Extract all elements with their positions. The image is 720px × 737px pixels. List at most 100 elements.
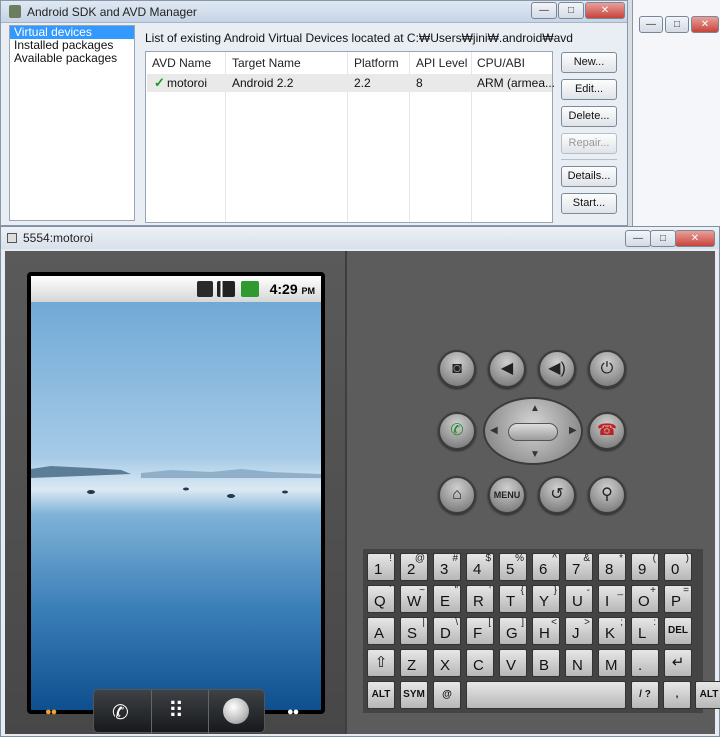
avd-table: AVD Name Target Name Platform API Level …	[145, 51, 555, 223]
key-3[interactable]: 3 #	[433, 553, 461, 581]
app-drawer-icon[interactable]: ⠿	[168, 698, 184, 724]
key-p[interactable]: P =	[664, 585, 692, 613]
col-header-avd-name[interactable]: AVD Name	[152, 56, 211, 70]
back-icon[interactable]: ↺	[538, 476, 576, 514]
edit-button[interactable]: Edit...	[561, 79, 617, 100]
bg-maximize-button[interactable]: □	[665, 16, 689, 33]
key-a[interactable]: A	[367, 617, 395, 645]
key-d[interactable]: D \	[433, 617, 461, 645]
emu-maximize-button[interactable]: □	[650, 230, 676, 247]
key-q[interactable]: Q `	[367, 585, 395, 613]
key-c[interactable]: C	[466, 649, 494, 677]
call-icon[interactable]: ✆	[438, 412, 476, 450]
key-comma[interactable]: ,	[663, 681, 691, 709]
dpad-center-button[interactable]	[508, 423, 558, 441]
key-w[interactable]: W ~	[400, 585, 428, 613]
key-main-label: 0	[671, 561, 680, 578]
key-v[interactable]: V	[499, 649, 527, 677]
key-2[interactable]: 2 @	[400, 553, 428, 581]
key-7[interactable]: 7 &	[565, 553, 593, 581]
key-m[interactable]: M	[598, 649, 626, 677]
maximize-button[interactable]: □	[558, 2, 584, 19]
col-header-target-name[interactable]: Target Name	[232, 56, 301, 70]
nav-item-available-packages[interactable]: Available packages	[10, 52, 134, 65]
volume-up-icon[interactable]: ◀)	[538, 350, 576, 388]
key-f[interactable]: F[	[466, 617, 494, 645]
key-x[interactable]: X	[433, 649, 461, 677]
key-b[interactable]: B	[532, 649, 560, 677]
key-at[interactable]: @	[433, 681, 461, 709]
key-i[interactable]: I _	[598, 585, 626, 613]
emu-minimize-button[interactable]: —	[625, 230, 651, 247]
dpad[interactable]: ▲ ▼ ◀ ▶	[483, 397, 583, 465]
new-button[interactable]: New...	[561, 52, 617, 73]
device-screen[interactable]: 4:29 PM ●● ●● ✆ ⠿	[27, 272, 325, 734]
key-8[interactable]: 8 *	[598, 553, 626, 581]
close-button[interactable]: ✕	[585, 2, 625, 19]
key-4[interactable]: 4 $	[466, 553, 494, 581]
key-main-label: B	[539, 657, 550, 674]
key-del[interactable]: DEL	[664, 617, 692, 645]
dpad-down-icon[interactable]: ▼	[530, 449, 540, 460]
key-1[interactable]: 1!	[367, 553, 395, 581]
power-icon[interactable]: ⏻	[588, 350, 626, 388]
status-time: 4:29 PM	[270, 281, 315, 297]
key-l[interactable]: L:	[631, 617, 659, 645]
menu-button[interactable]: MENU	[488, 476, 526, 514]
key-g[interactable]: G]	[499, 617, 527, 645]
key-r[interactable]: R '	[466, 585, 494, 613]
key-space[interactable]	[466, 681, 626, 709]
key-0[interactable]: 0)	[664, 553, 692, 581]
delete-button[interactable]: Delete...	[561, 106, 617, 127]
key-n[interactable]: N	[565, 649, 593, 677]
start-button[interactable]: Start...	[561, 193, 617, 214]
key-alt-right[interactable]: ALT	[695, 681, 720, 709]
dock-browser-icon[interactable]	[223, 698, 249, 724]
end-call-icon[interactable]: ☎	[588, 412, 626, 450]
key-o[interactable]: O +	[631, 585, 659, 613]
dock-phone-icon[interactable]: ✆	[112, 700, 129, 725]
minimize-button[interactable]: —	[531, 2, 557, 19]
key-j[interactable]: J >	[565, 617, 593, 645]
home-icon[interactable]: ⌂	[438, 476, 476, 514]
volume-down-icon[interactable]: ◀	[488, 350, 526, 388]
col-header-platform[interactable]: Platform	[354, 56, 399, 70]
col-header-api-level[interactable]: API Level	[416, 56, 467, 70]
key-k[interactable]: K;	[598, 617, 626, 645]
key-main-label: T	[506, 593, 516, 610]
details-button[interactable]: Details...	[561, 166, 617, 187]
key-5[interactable]: 5%	[499, 553, 527, 581]
dpad-up-icon[interactable]: ▲	[530, 403, 540, 414]
bg-minimize-button[interactable]: —	[639, 16, 663, 33]
emu-close-button[interactable]: ✕	[675, 230, 715, 247]
key-e[interactable]: E "	[433, 585, 461, 613]
target-name-cell: Android 2.2	[232, 76, 294, 90]
key-z[interactable]: Z	[400, 649, 428, 677]
background-window[interactable]: — □ ✕	[632, 0, 720, 226]
col-header-cpu-abi[interactable]: CPU/ABI	[477, 56, 525, 70]
key-alt-left[interactable]: ALT	[367, 681, 395, 709]
key-9[interactable]: 9(	[631, 553, 659, 581]
home-wallpaper[interactable]: ●● ●● ✆ ⠿	[31, 302, 321, 734]
camera-icon[interactable]: ◙	[438, 350, 476, 388]
key-slash[interactable]: / ?	[631, 681, 659, 709]
enter-icon[interactable]: ↵	[664, 649, 692, 677]
key-t[interactable]: T{	[499, 585, 527, 613]
key-u[interactable]: U-	[565, 585, 593, 613]
key-main-label: P	[671, 593, 682, 610]
repair-button[interactable]: Repair...	[561, 133, 617, 154]
dpad-left-icon[interactable]: ◀	[490, 425, 498, 436]
emulator-title-bar[interactable]: 5554:motoroi	[1, 227, 719, 249]
emulator-window: 5554:motoroi — □ ✕ 4:29 PM ●● ●● ✆ ⠿ ◙ ◀…	[0, 226, 720, 737]
key-sym[interactable]: SYM	[400, 681, 428, 709]
search-icon[interactable]: ⚲	[588, 476, 626, 514]
android-sdk-icon	[9, 5, 21, 18]
bg-close-button[interactable]: ✕	[691, 16, 719, 33]
dpad-right-icon[interactable]: ▶	[569, 425, 577, 436]
key-y[interactable]: Y}	[532, 585, 560, 613]
key-h[interactable]: H <	[532, 617, 560, 645]
key-s[interactable]: S |	[400, 617, 428, 645]
shift-icon[interactable]: ⇧	[367, 649, 395, 677]
key-period[interactable]: .	[631, 649, 659, 677]
key-6[interactable]: 6 ^	[532, 553, 560, 581]
